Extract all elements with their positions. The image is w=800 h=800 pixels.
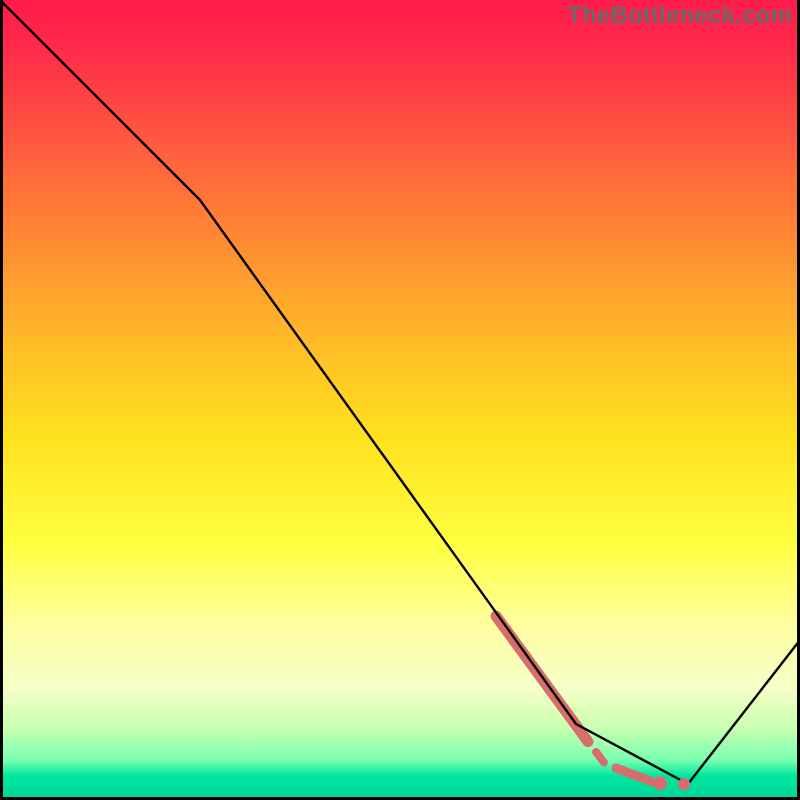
overlay-dots bbox=[653, 776, 690, 790]
overlay-segment bbox=[596, 752, 604, 762]
overlay-segments bbox=[496, 616, 652, 782]
overlay-dot bbox=[678, 778, 690, 790]
main-curve bbox=[0, 0, 800, 784]
watermark-text: TheBottleneck.com bbox=[567, 2, 792, 30]
overlay-segment bbox=[616, 768, 652, 782]
chart-container: TheBottleneck.com bbox=[0, 0, 800, 800]
overlay-dot bbox=[653, 776, 667, 790]
chart-svg bbox=[0, 0, 800, 800]
